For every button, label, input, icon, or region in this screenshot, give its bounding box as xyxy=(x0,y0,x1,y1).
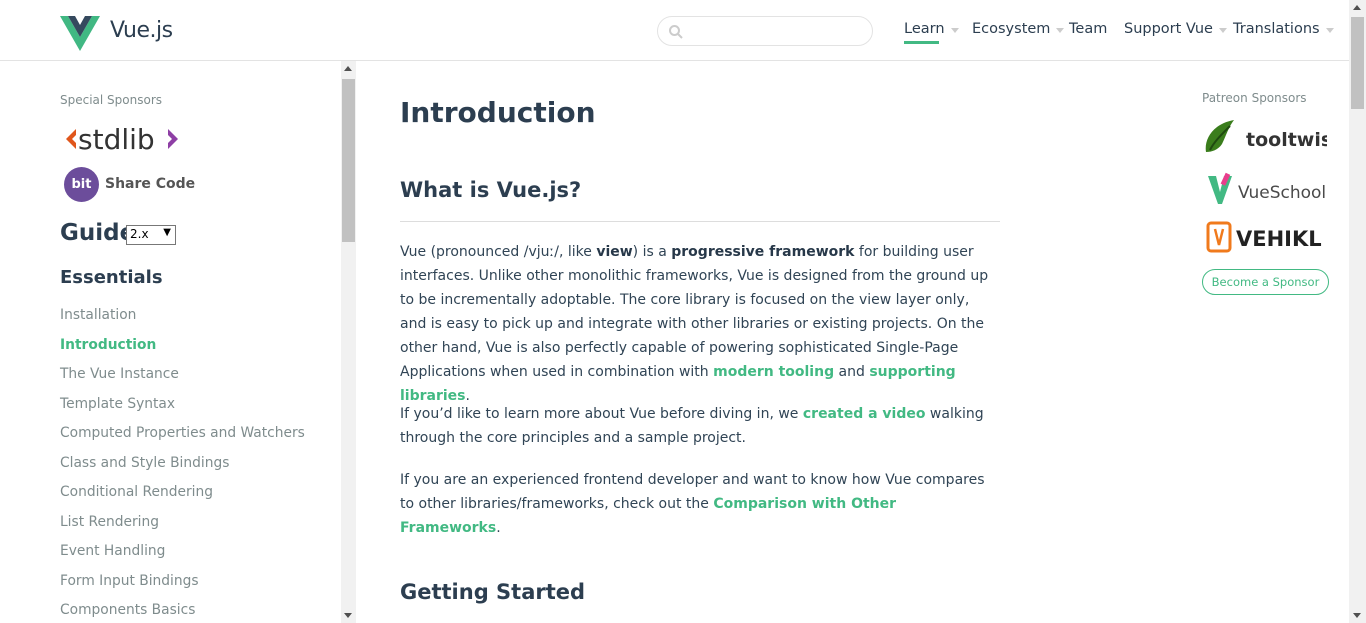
dropdown-arrow-icon: ▼ xyxy=(163,227,171,238)
nav-learn-label: Learn xyxy=(904,21,945,37)
sidebar-scrollbar-thumb[interactable] xyxy=(342,79,355,242)
sidebar-item-template-syntax[interactable]: Template Syntax xyxy=(60,396,175,412)
sidebar-scrollbar[interactable] xyxy=(341,61,356,623)
link-created-a-video[interactable]: created a video xyxy=(803,406,926,422)
nav-support-vue[interactable]: Support Vue xyxy=(1124,21,1227,37)
nav-translations[interactable]: Translations xyxy=(1233,21,1334,37)
nav-team-label: Team xyxy=(1069,21,1108,37)
sidebar-item-components-basics[interactable]: Components Basics xyxy=(60,602,195,618)
sidebar-item-vue-instance[interactable]: The Vue Instance xyxy=(60,366,179,382)
sidebar-item-event-handling[interactable]: Event Handling xyxy=(60,543,165,559)
section-title-essentials: Essentials xyxy=(60,267,163,288)
guide-title: Guide xyxy=(60,220,136,246)
link-modern-tooling[interactable]: modern tooling xyxy=(713,364,834,380)
heading-what-is-vue[interactable]: What is Vue.js? xyxy=(400,178,581,202)
nav-support-vue-label: Support Vue xyxy=(1124,21,1213,37)
vue-logo-icon[interactable] xyxy=(60,16,100,51)
heading-divider xyxy=(400,221,1000,222)
nav-ecosystem-label: Ecosystem xyxy=(972,21,1051,37)
video-paragraph: If you’d like to learn more about Vue be… xyxy=(400,406,984,446)
search-icon xyxy=(669,25,683,39)
vehikl-logo[interactable]: VEHIKL xyxy=(1206,220,1326,254)
comparison-paragraph: If you are an experienced frontend devel… xyxy=(400,472,985,536)
top-header: Vue.js Learn Ecosystem Team Support Vue … xyxy=(0,0,1349,61)
tooltwist-text: tooltwist xyxy=(1246,129,1327,151)
intro-paragraph: Vue (pronounced /vjuː/, like view) is a … xyxy=(400,244,989,404)
nav-team[interactable]: Team xyxy=(1069,21,1107,37)
sidebar-item-installation[interactable]: Installation xyxy=(60,307,136,323)
patreon-sponsors-label: Patreon Sponsors xyxy=(1202,91,1307,105)
bit-logo[interactable]: bit xyxy=(64,167,99,202)
scroll-up-icon[interactable] xyxy=(344,66,352,71)
heading-getting-started[interactable]: Getting Started xyxy=(400,580,585,604)
bit-share-code-label[interactable]: Share Code xyxy=(105,176,195,192)
version-select[interactable]: 2.x ▼ xyxy=(126,225,176,245)
sidebar-item-computed-properties[interactable]: Computed Properties and Watchers xyxy=(60,425,305,441)
chevron-down-icon xyxy=(1056,27,1065,33)
nav-ecosystem[interactable]: Ecosystem xyxy=(972,21,1065,37)
nav-translations-label: Translations xyxy=(1233,21,1320,37)
scroll-up-icon[interactable] xyxy=(1353,5,1361,10)
page-title: Introduction xyxy=(400,96,596,129)
sidebar-item-conditional-rendering[interactable]: Conditional Rendering xyxy=(60,484,213,500)
bold-progressive-framework: progressive framework xyxy=(671,244,855,260)
become-sponsor-button[interactable]: Become a Sponsor xyxy=(1202,269,1329,295)
scroll-down-icon[interactable] xyxy=(344,613,352,618)
search-box[interactable] xyxy=(657,16,873,46)
stdlib-text: stdlib xyxy=(78,123,155,156)
sidebar-item-list-rendering[interactable]: List Rendering xyxy=(60,514,159,530)
scroll-down-icon[interactable] xyxy=(1353,613,1361,618)
search-input[interactable] xyxy=(690,22,860,40)
sidebar: Special Sponsors stdlib bit Share Code G… xyxy=(0,61,340,623)
sidebar-item-class-style-bindings[interactable]: Class and Style Bindings xyxy=(60,455,229,471)
bold-view: view xyxy=(596,244,633,260)
stdlib-logo[interactable]: stdlib xyxy=(64,121,184,157)
vueschool-text: VueSchool xyxy=(1238,183,1326,203)
sidebar-item-form-input-bindings[interactable]: Form Input Bindings xyxy=(60,573,199,589)
page-scrollbar[interactable] xyxy=(1349,0,1366,623)
nav-learn[interactable]: Learn xyxy=(904,21,959,37)
sidebar-item-introduction[interactable]: Introduction xyxy=(60,337,156,353)
tooltwist-logo[interactable]: tooltwist xyxy=(1202,118,1327,158)
version-value: 2.x xyxy=(130,227,149,241)
brand-name[interactable]: Vue.js xyxy=(110,18,173,43)
chevron-down-icon xyxy=(1218,27,1227,33)
chevron-down-icon xyxy=(1325,27,1334,33)
chevron-down-icon xyxy=(950,27,959,33)
page-scrollbar-thumb[interactable] xyxy=(1351,17,1364,109)
vehikl-text: VEHIKL xyxy=(1236,227,1322,251)
special-sponsors-label: Special Sponsors xyxy=(60,93,163,107)
nav-active-indicator xyxy=(904,41,939,44)
vueschool-logo[interactable]: VueSchool xyxy=(1206,170,1326,208)
